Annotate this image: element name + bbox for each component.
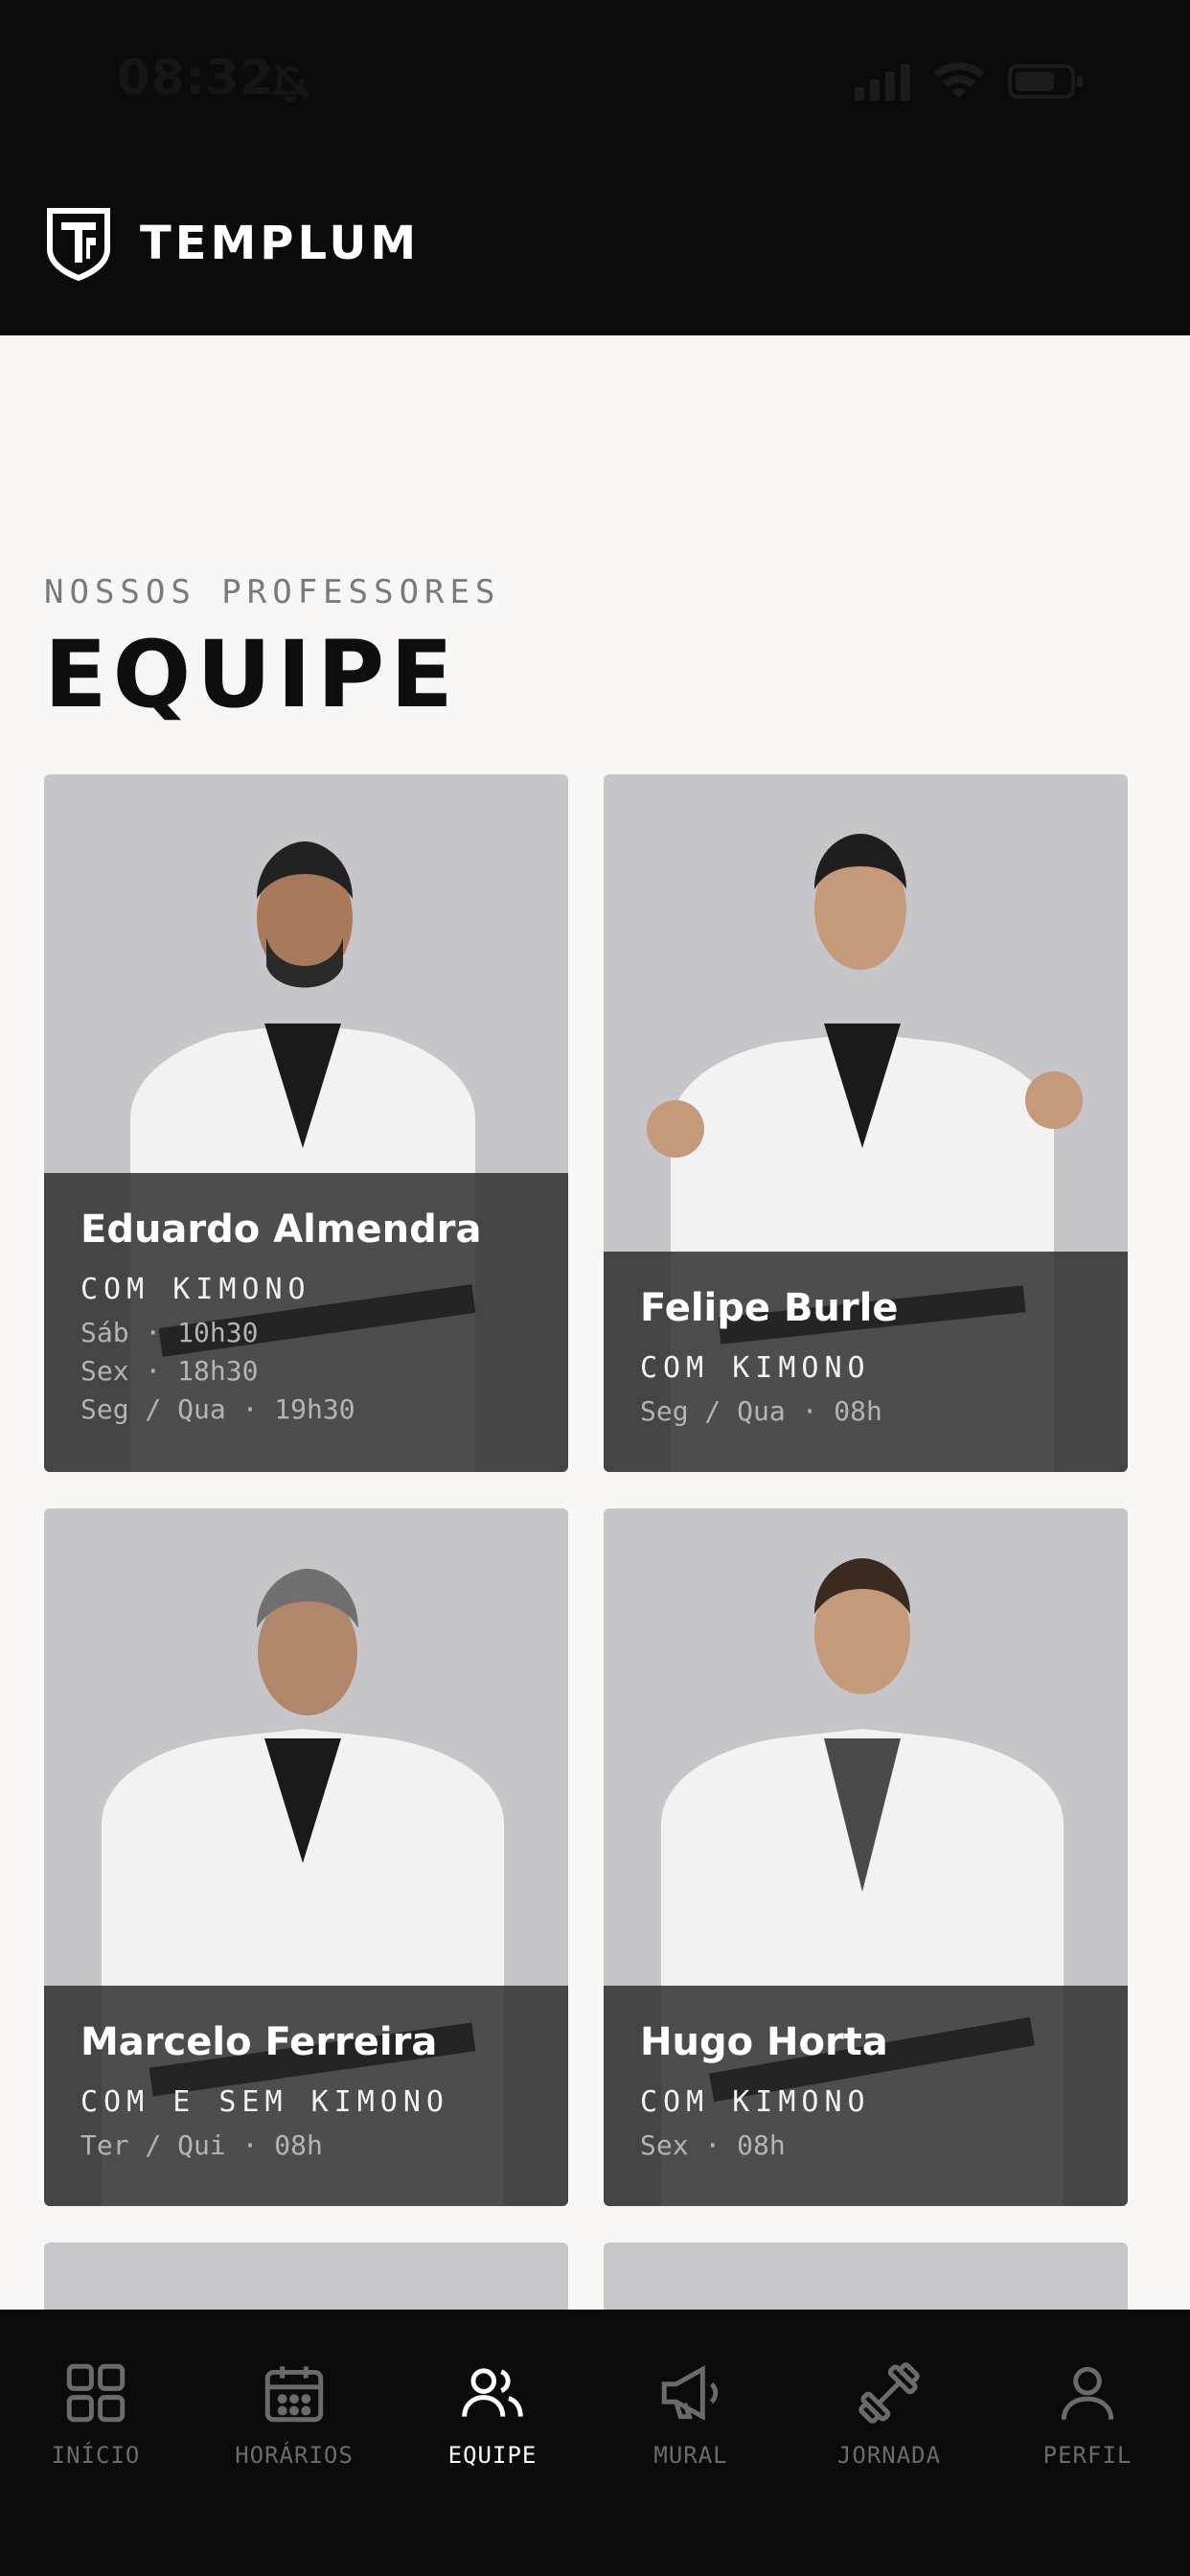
teacher-info: Felipe Burle COM KIMONO Seg / Qua · 08h xyxy=(604,1252,1128,1472)
users-icon xyxy=(462,2368,523,2417)
teacher-info: Hugo Horta COM KIMONO Sex · 08h xyxy=(604,1986,1128,2206)
calendar-icon xyxy=(264,2366,324,2423)
nav-label: MURAL xyxy=(653,2442,728,2469)
nav-item-equipe[interactable]: EQUIPE xyxy=(397,2358,588,2492)
teacher-category: COM E SEM KIMONO xyxy=(80,2085,449,2119)
wifi-icon xyxy=(933,62,985,99)
teacher-category: COM KIMONO xyxy=(640,1351,871,1385)
teacher-schedule: Ter / Qui · 08h xyxy=(80,2129,323,2161)
user-icon xyxy=(1061,2366,1114,2420)
teacher-category: COM KIMONO xyxy=(80,1273,311,1306)
main-content[interactable]: NOSSOS PROFESSORES EQUIPE Eduardo Almend… xyxy=(0,335,1190,2310)
teacher-info: Eduardo Almendra COM KIMONO Sáb · 10h30 … xyxy=(44,1173,568,1472)
teacher-card[interactable]: Eduardo Almendra COM KIMONO Sáb · 10h30 … xyxy=(44,774,568,1472)
brand-name: TEMPLUM xyxy=(140,217,421,270)
teacher-info: Marcelo Ferreira COM E SEM KIMONO Ter / … xyxy=(44,1986,568,2206)
bottom-nav: INÍCIO HORÁRIOS EQUIPE MURAL JORNADA PER… xyxy=(0,2310,1190,2576)
signal-icon xyxy=(855,64,910,101)
teacher-category: COM KIMONO xyxy=(640,2085,871,2119)
teacher-schedule: Sex · 18h30 xyxy=(80,1355,259,1387)
bell-off-icon xyxy=(270,63,310,103)
templum-logo-icon xyxy=(47,208,110,282)
nav-label: PERFIL xyxy=(1042,2442,1133,2469)
app-header: TEMPLUM xyxy=(0,163,1190,335)
battery-icon xyxy=(1008,64,1083,99)
teacher-name: Marcelo Ferreira xyxy=(80,2020,438,2064)
teacher-card[interactable]: Felipe Burle COM KIMONO Seg / Qua · 08h xyxy=(604,774,1128,1472)
nav-item-mural[interactable]: MURAL xyxy=(595,2358,787,2492)
megaphone-icon xyxy=(661,2365,719,2421)
grid-icon xyxy=(66,2363,126,2423)
teacher-schedule: Seg / Qua · 19h30 xyxy=(80,1393,355,1425)
teacher-schedule: Seg / Qua · 08h xyxy=(640,1395,882,1427)
nav-item-horarios[interactable]: HORÁRIOS xyxy=(198,2358,390,2492)
teacher-card[interactable] xyxy=(44,2242,568,2310)
section-eyebrow: NOSSOS PROFESSORES xyxy=(44,573,501,611)
page-title: EQUIPE xyxy=(44,621,459,728)
teacher-schedule: Sáb · 10h30 xyxy=(80,1317,259,1348)
teacher-name: Hugo Horta xyxy=(640,2020,888,2064)
teacher-card[interactable]: Hugo Horta COM KIMONO Sex · 08h xyxy=(604,1508,1128,2206)
nav-label: JORNADA xyxy=(836,2442,942,2469)
teacher-schedule: Sex · 08h xyxy=(640,2129,786,2161)
teacher-name: Eduardo Almendra xyxy=(80,1208,482,1252)
nav-item-perfil[interactable]: PERFIL xyxy=(992,2358,1183,2492)
nav-item-jornada[interactable]: JORNADA xyxy=(793,2358,985,2492)
teacher-name: Felipe Burle xyxy=(640,1286,899,1330)
status-bar: 08:32 xyxy=(0,0,1190,163)
teacher-card[interactable]: Marcelo Ferreira COM E SEM KIMONO Ter / … xyxy=(44,1508,568,2206)
nav-label: HORÁRIOS xyxy=(235,2442,354,2469)
nav-label: INÍCIO xyxy=(51,2442,141,2469)
nav-item-inicio[interactable]: INÍCIO xyxy=(0,2358,192,2492)
status-time: 08:32 xyxy=(117,50,275,105)
teacher-card[interactable] xyxy=(604,2242,1128,2310)
dumbbell-icon xyxy=(858,2362,920,2424)
nav-label: EQUIPE xyxy=(447,2442,538,2469)
